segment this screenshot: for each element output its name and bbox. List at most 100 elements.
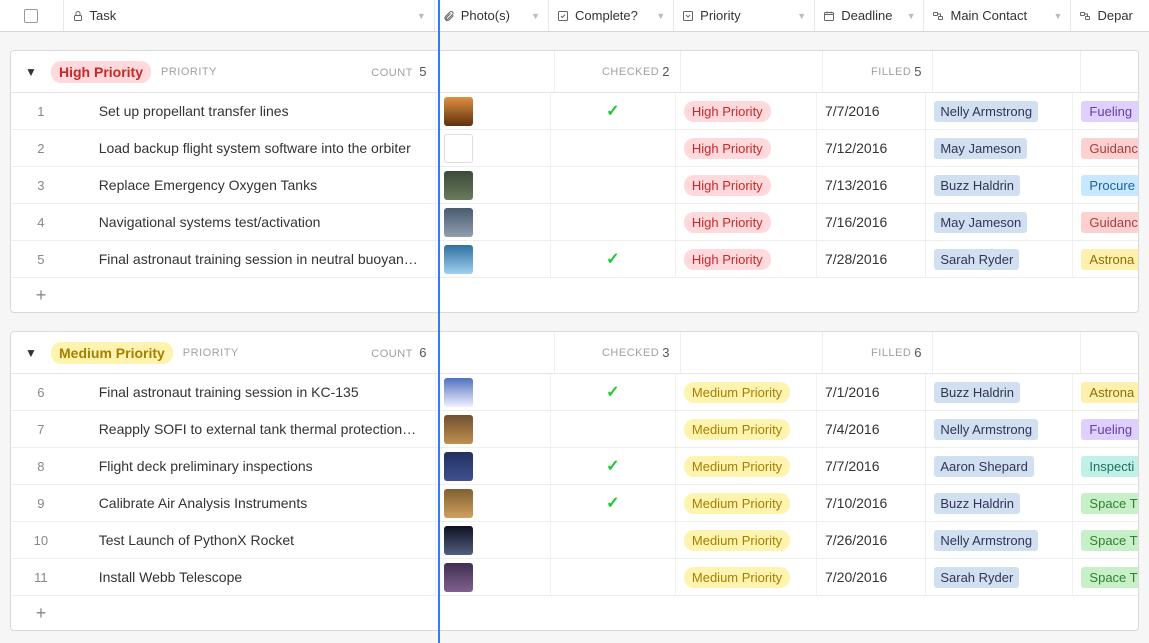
task-cell[interactable]: Flight deck preliminary inspections: [71, 448, 437, 484]
photo-thumbnail[interactable]: [444, 526, 473, 555]
photo-cell[interactable]: [436, 374, 550, 410]
table-row[interactable]: 5 Final astronaut training session in ne…: [11, 241, 1138, 278]
contact-cell[interactable]: Buzz Haldrin: [926, 374, 1073, 410]
task-cell[interactable]: Set up propellant transfer lines: [71, 93, 437, 129]
photo-cell[interactable]: [436, 448, 550, 484]
priority-cell[interactable]: Medium Priority: [676, 522, 817, 558]
column-resize-indicator[interactable]: [438, 0, 440, 643]
priority-cell[interactable]: High Priority: [676, 241, 817, 277]
photo-cell[interactable]: [436, 559, 550, 595]
column-header-priority[interactable]: Priority ▼: [674, 0, 815, 31]
complete-cell[interactable]: ✓: [551, 448, 676, 484]
table-row[interactable]: 1 Set up propellant transfer lines ✓ Hig…: [11, 93, 1138, 130]
complete-cell[interactable]: ✓: [551, 485, 676, 521]
contact-cell[interactable]: Sarah Ryder: [926, 559, 1073, 595]
department-cell[interactable]: Guidanc: [1073, 204, 1138, 240]
photo-cell[interactable]: [436, 411, 550, 447]
task-cell[interactable]: Final astronaut training session in KC-1…: [71, 374, 437, 410]
department-cell[interactable]: Space T: [1073, 485, 1138, 521]
collapse-toggle[interactable]: ▼: [11, 346, 51, 360]
complete-cell[interactable]: [551, 522, 676, 558]
priority-cell[interactable]: High Priority: [676, 130, 817, 166]
deadline-cell[interactable]: 7/12/2016: [817, 130, 926, 166]
task-cell[interactable]: Install Webb Telescope: [71, 559, 437, 595]
department-cell[interactable]: Fueling: [1073, 93, 1138, 129]
department-cell[interactable]: Space T: [1073, 559, 1138, 595]
contact-cell[interactable]: Nelly Armstrong: [926, 93, 1073, 129]
table-row[interactable]: 10 Test Launch of PythonX Rocket Medium …: [11, 522, 1138, 559]
priority-cell[interactable]: High Priority: [676, 93, 817, 129]
department-cell[interactable]: Astrona: [1073, 374, 1138, 410]
department-cell[interactable]: Guidanc: [1073, 130, 1138, 166]
add-row[interactable]: +: [11, 596, 1138, 630]
column-header-department[interactable]: Depar: [1071, 0, 1149, 31]
contact-cell[interactable]: Aaron Shepard: [926, 448, 1073, 484]
column-header-complete[interactable]: Complete? ▼: [549, 0, 674, 31]
contact-cell[interactable]: Buzz Haldrin: [926, 167, 1073, 203]
photo-thumbnail[interactable]: [444, 378, 473, 407]
column-header-contact[interactable]: Main Contact ▼: [924, 0, 1071, 31]
deadline-cell[interactable]: 7/4/2016: [817, 411, 926, 447]
deadline-cell[interactable]: 7/28/2016: [817, 241, 926, 277]
contact-cell[interactable]: Buzz Haldrin: [926, 485, 1073, 521]
contact-cell[interactable]: Sarah Ryder: [926, 241, 1073, 277]
table-row[interactable]: 3 Replace Emergency Oxygen Tanks High Pr…: [11, 167, 1138, 204]
priority-cell[interactable]: Medium Priority: [676, 374, 817, 410]
column-header-photos[interactable]: Photo(s) ▼: [435, 0, 549, 31]
photo-thumbnail[interactable]: [444, 415, 473, 444]
photo-cell[interactable]: [436, 485, 550, 521]
priority-cell[interactable]: Medium Priority: [676, 559, 817, 595]
photo-thumbnail[interactable]: [444, 245, 473, 274]
complete-cell[interactable]: ✓: [551, 93, 676, 129]
table-row[interactable]: 9 Calibrate Air Analysis Instruments ✓ M…: [11, 485, 1138, 522]
deadline-cell[interactable]: 7/26/2016: [817, 522, 926, 558]
table-row[interactable]: 4 Navigational systems test/activation H…: [11, 204, 1138, 241]
contact-cell[interactable]: Nelly Armstrong: [926, 411, 1073, 447]
table-row[interactable]: 6 Final astronaut training session in KC…: [11, 374, 1138, 411]
department-cell[interactable]: Space T: [1073, 522, 1138, 558]
select-all-checkbox[interactable]: [0, 0, 64, 31]
deadline-cell[interactable]: 7/7/2016: [817, 448, 926, 484]
priority-cell[interactable]: Medium Priority: [676, 485, 817, 521]
task-cell[interactable]: Replace Emergency Oxygen Tanks: [71, 167, 437, 203]
task-cell[interactable]: Reapply SOFI to external tank thermal pr…: [71, 411, 437, 447]
department-cell[interactable]: Fueling: [1073, 411, 1138, 447]
department-cell[interactable]: Inspecti: [1073, 448, 1138, 484]
photo-cell[interactable]: [436, 93, 550, 129]
complete-cell[interactable]: ✓: [551, 241, 676, 277]
table-row[interactable]: 11 Install Webb Telescope Medium Priorit…: [11, 559, 1138, 596]
photo-cell[interactable]: [436, 522, 550, 558]
photo-thumbnail[interactable]: [444, 171, 473, 200]
department-cell[interactable]: Procure: [1073, 167, 1138, 203]
photo-cell[interactable]: [436, 130, 550, 166]
photo-cell[interactable]: [436, 204, 550, 240]
task-cell[interactable]: Load backup flight system software into …: [71, 130, 437, 166]
table-row[interactable]: 8 Flight deck preliminary inspections ✓ …: [11, 448, 1138, 485]
contact-cell[interactable]: May Jameson: [926, 130, 1073, 166]
deadline-cell[interactable]: 7/10/2016: [817, 485, 926, 521]
priority-cell[interactable]: High Priority: [676, 204, 817, 240]
complete-cell[interactable]: [551, 204, 676, 240]
complete-cell[interactable]: [551, 167, 676, 203]
priority-cell[interactable]: Medium Priority: [676, 411, 817, 447]
photo-thumbnail[interactable]: [444, 97, 473, 126]
photo-thumbnail[interactable]: [444, 208, 473, 237]
contact-cell[interactable]: Nelly Armstrong: [926, 522, 1073, 558]
contact-cell[interactable]: May Jameson: [926, 204, 1073, 240]
complete-cell[interactable]: [551, 559, 676, 595]
add-row[interactable]: +: [11, 278, 1138, 312]
task-cell[interactable]: Final astronaut training session in neut…: [71, 241, 437, 277]
department-cell[interactable]: Astrona: [1073, 241, 1138, 277]
deadline-cell[interactable]: 7/1/2016: [817, 374, 926, 410]
complete-cell[interactable]: ✓: [551, 374, 676, 410]
deadline-cell[interactable]: 7/7/2016: [817, 93, 926, 129]
column-header-deadline[interactable]: Deadline ▼: [815, 0, 924, 31]
photo-thumbnail[interactable]: [444, 134, 473, 163]
task-cell[interactable]: Test Launch of PythonX Rocket: [71, 522, 437, 558]
task-cell[interactable]: Calibrate Air Analysis Instruments: [71, 485, 437, 521]
deadline-cell[interactable]: 7/13/2016: [817, 167, 926, 203]
photo-thumbnail[interactable]: [444, 489, 473, 518]
table-row[interactable]: 7 Reapply SOFI to external tank thermal …: [11, 411, 1138, 448]
photo-cell[interactable]: [436, 167, 550, 203]
table-row[interactable]: 2 Load backup flight system software int…: [11, 130, 1138, 167]
